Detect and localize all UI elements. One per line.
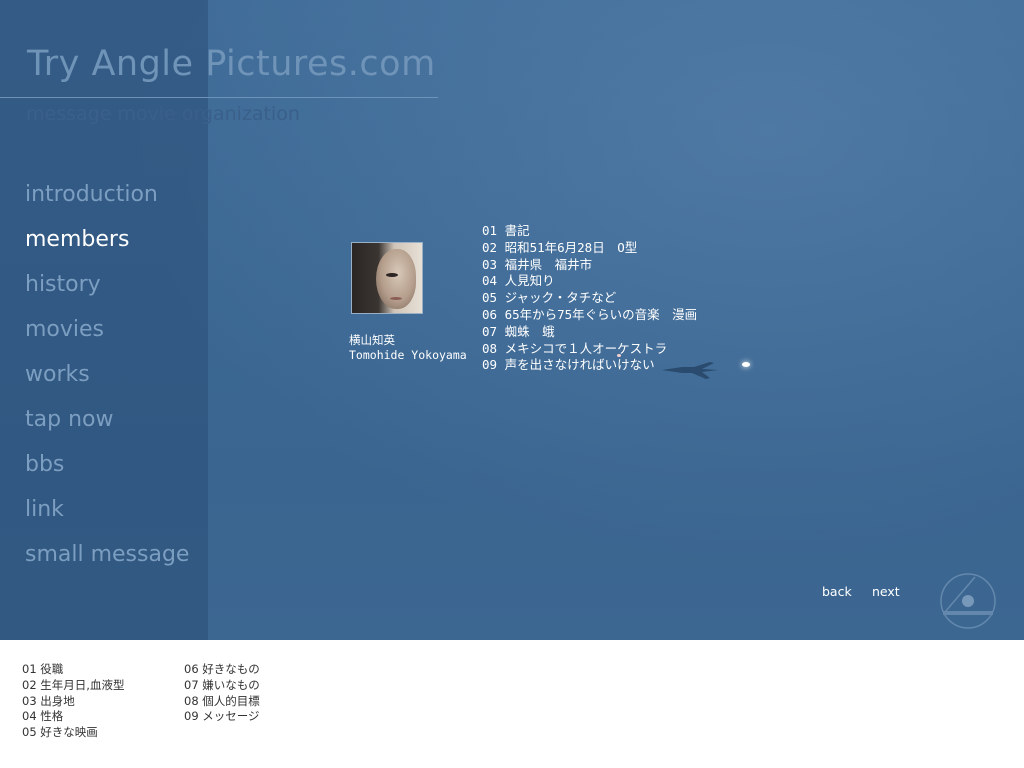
nav-item-works[interactable]: works <box>25 358 189 403</box>
nav-item-introduction[interactable]: introduction <box>25 178 189 223</box>
face-shape <box>376 249 416 309</box>
site-subtitle: message movie organization <box>26 103 300 125</box>
answer-item: 06 65年から75年ぐらいの音楽 漫画 <box>482 306 698 322</box>
eye-shape <box>386 273 398 277</box>
legend-item: 09 メッセージ <box>184 709 260 724</box>
answer-item: 08 メキシコで１人オーケストラ <box>482 340 668 356</box>
back-link[interactable]: back <box>822 584 852 599</box>
member-photo <box>351 242 423 314</box>
answer-item: 07 蜘蛛 蛾 <box>482 323 555 339</box>
lip-shape <box>390 297 402 300</box>
next-link[interactable]: next <box>872 584 900 599</box>
member-name-jp: 横山知英 <box>349 333 395 347</box>
nav-item-bbs[interactable]: bbs <box>25 448 189 493</box>
answer-item: 04 人見知り <box>482 273 555 289</box>
answer-item: 02 昭和51年6月28日 O型 <box>482 239 638 255</box>
nav-item-movies[interactable]: movies <box>25 313 189 358</box>
profile-answers: 01 書記 02 昭和51年6月28日 O型 03 福井県 福井市 04 人見知… <box>482 223 697 374</box>
nav-item-history[interactable]: history <box>25 268 189 313</box>
plane-nav-light <box>617 354 621 357</box>
answer-item: 05 ジャック・タチなど <box>482 290 617 306</box>
main-scene: Try Angle Pictures.com message movie org… <box>0 0 1024 640</box>
legend-item: 05 好きな映画 <box>22 725 98 740</box>
legend-item: 04 性格 <box>22 709 64 724</box>
nav-item-small-message[interactable]: small message <box>25 538 189 583</box>
question-legend: 01 役職 02 生年月日,血液型 03 出身地 04 性格 05 好きな映画 … <box>0 640 1024 768</box>
nav-item-tap-now[interactable]: tap now <box>25 403 189 448</box>
site-title[interactable]: Try Angle Pictures.com <box>27 44 436 84</box>
member-name: 横山知英 Tomohide Yokoyama <box>349 333 467 363</box>
legend-item: 08 個人的目標 <box>184 693 260 708</box>
legend-item: 07 嫌いなもの <box>184 677 260 692</box>
legend-item: 02 生年月日,血液型 <box>22 677 125 692</box>
main-nav: introduction members history movies work… <box>25 178 189 583</box>
answer-item: 03 福井県 福井市 <box>482 256 593 272</box>
nav-item-members[interactable]: members <box>25 223 189 268</box>
answer-item: 01 書記 <box>482 223 530 238</box>
legend-column-2: 06 好きなもの 07 嫌いなもの 08 個人的目標 09 メッセージ <box>184 662 260 725</box>
legend-item: 06 好きなもの <box>184 662 260 676</box>
plane-landing-light <box>742 362 750 367</box>
member-name-en: Tomohide Yokoyama <box>349 348 467 362</box>
title-divider <box>0 97 438 98</box>
nav-item-link[interactable]: link <box>25 493 189 538</box>
airplane-silhouette <box>662 362 718 379</box>
triangle-circle-logo-icon <box>940 573 996 629</box>
legend-item: 01 役職 <box>22 662 64 676</box>
legend-column-1: 01 役職 02 生年月日,血液型 03 出身地 04 性格 05 好きな映画 <box>22 662 124 741</box>
legend-item: 03 出身地 <box>22 693 75 708</box>
